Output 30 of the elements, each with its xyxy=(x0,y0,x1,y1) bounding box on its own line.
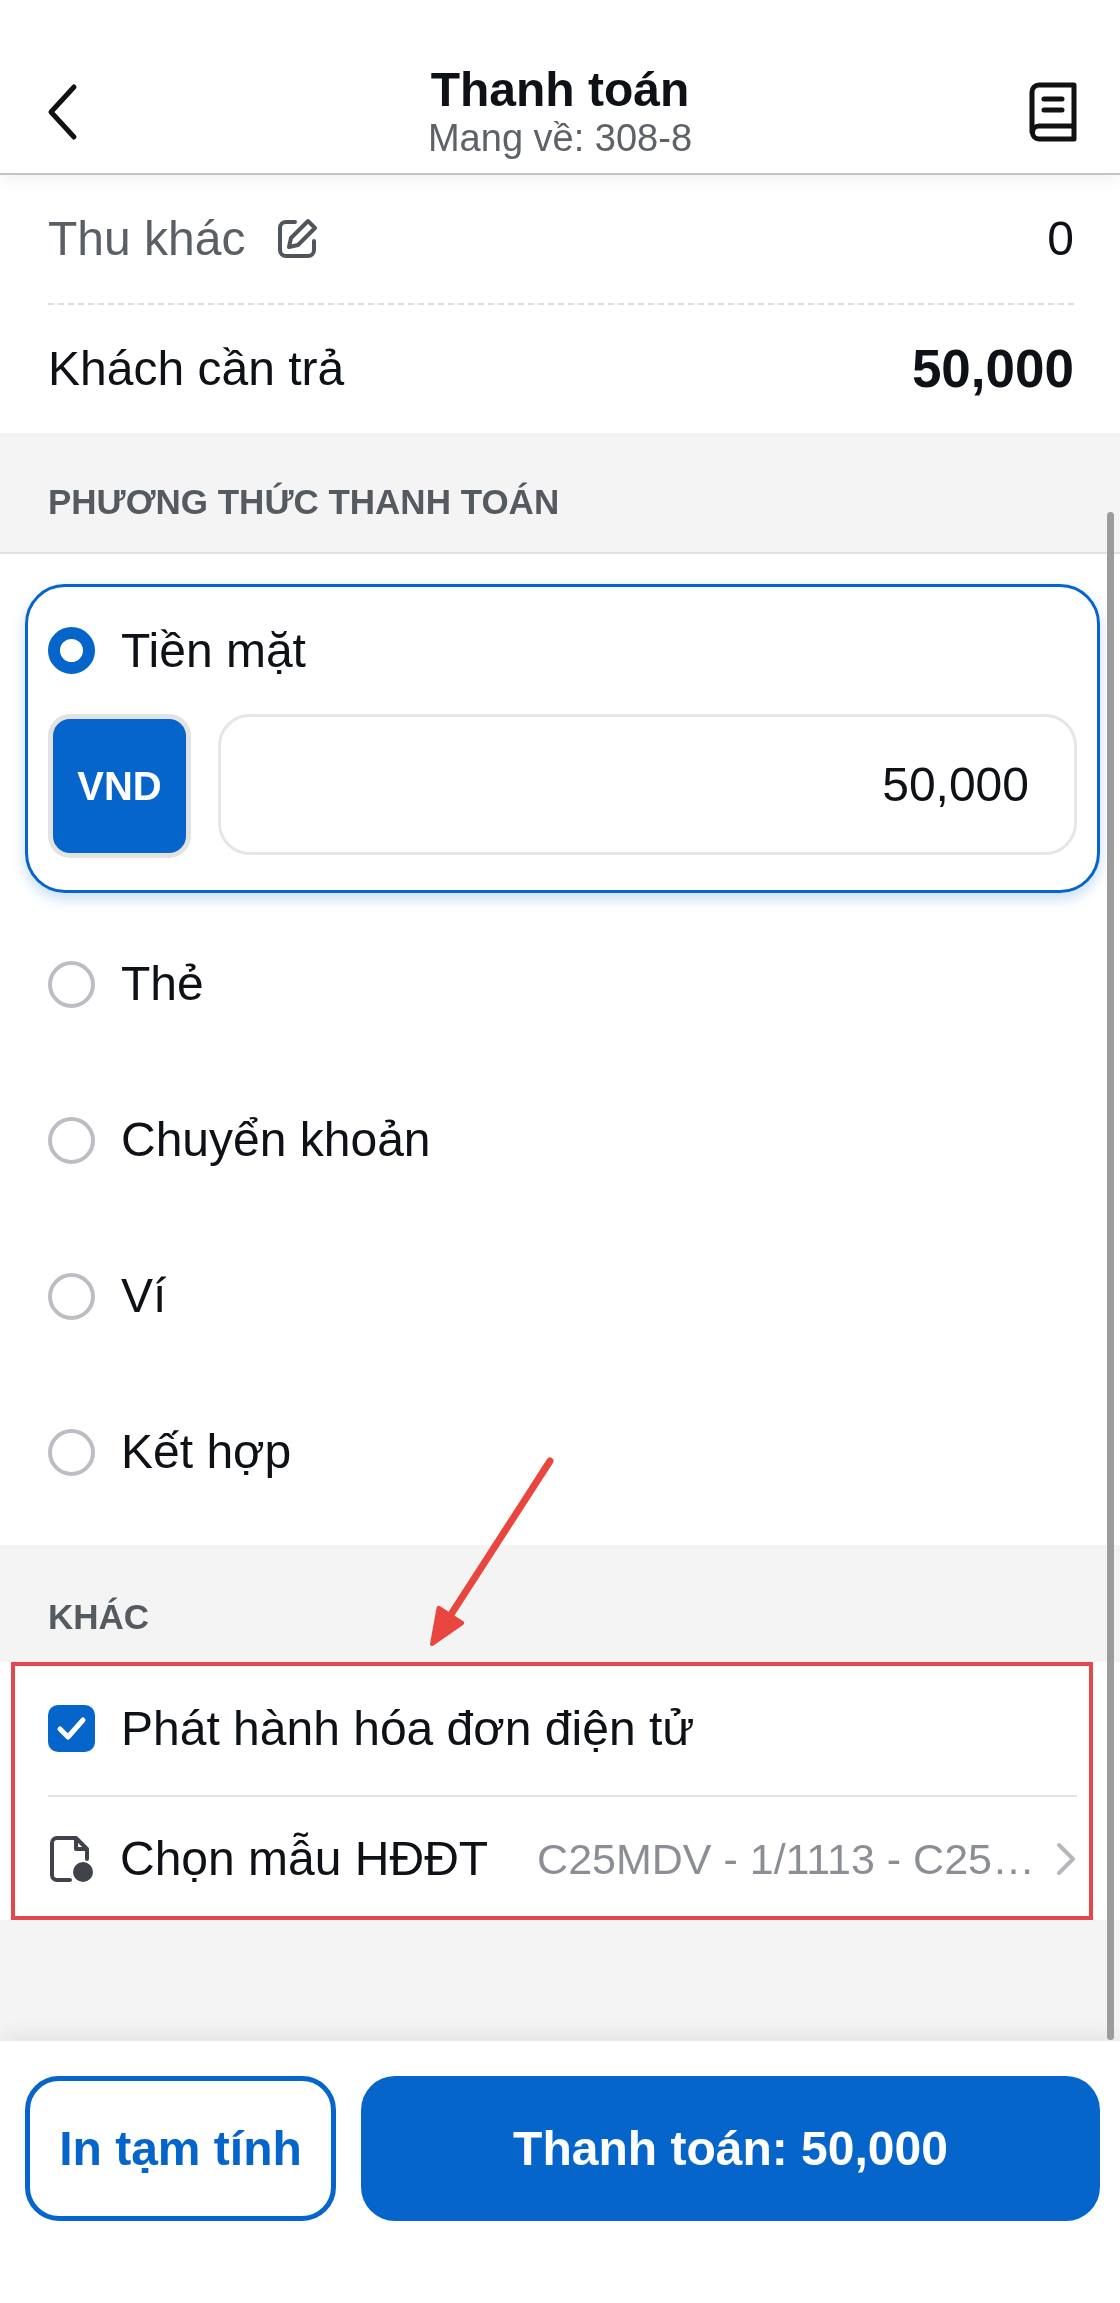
edit-icon[interactable] xyxy=(275,217,320,261)
screen-title: Thanh toán xyxy=(430,63,690,116)
option-label: Ví xyxy=(121,1268,167,1324)
option-label: Chuyển khoản xyxy=(121,1112,431,1168)
checkbox-label: Phát hành hóa đơn điện tử xyxy=(121,1700,695,1757)
back-icon[interactable] xyxy=(46,82,78,141)
picker-value: C25MDV - 1/1113 - C25… xyxy=(537,1833,1035,1884)
option-label: Tiền mặt xyxy=(121,622,306,679)
option-label: Thẻ xyxy=(121,956,204,1012)
amount-field[interactable]: 50,000 xyxy=(218,714,1077,855)
document-icon xyxy=(48,1834,94,1883)
book-icon[interactable] xyxy=(1028,81,1078,142)
radio-button[interactable] xyxy=(48,960,95,1008)
radio-button[interactable] xyxy=(48,627,95,674)
print-draft-button[interactable]: In tạm tính xyxy=(25,2076,336,2221)
option-label: Kết hợp xyxy=(121,1424,292,1480)
radio-button[interactable] xyxy=(48,1272,95,1320)
summary-label: Thu khác xyxy=(48,211,246,267)
summary-label: Khách cần trả xyxy=(48,341,345,397)
checkbox[interactable] xyxy=(48,1705,95,1752)
section-heading: KHÁC xyxy=(48,1597,150,1637)
pay-button[interactable]: Thanh toán: 50,000 xyxy=(361,2076,1100,2221)
screen-subtitle: Mang về: 308-8 xyxy=(427,115,693,160)
total-amount: 50,000 xyxy=(911,341,1074,397)
currency-button[interactable]: VND xyxy=(48,714,191,858)
radio-button[interactable] xyxy=(48,1428,95,1476)
picker-label: Chọn mẫu HĐĐT xyxy=(120,1830,489,1887)
amount-value: 0 xyxy=(1047,211,1074,267)
section-heading: PHƯƠNG THỨC THANH TOÁN xyxy=(48,482,560,522)
radio-button[interactable] xyxy=(48,1116,95,1164)
